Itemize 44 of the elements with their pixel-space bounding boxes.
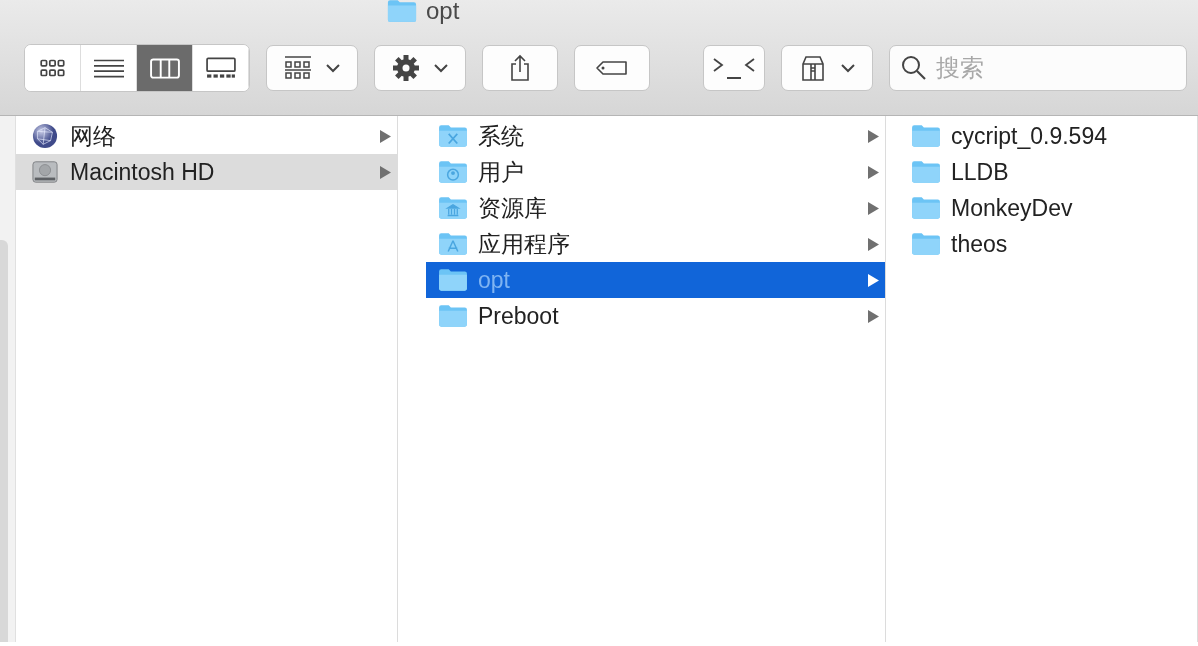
action-button[interactable] [374, 45, 466, 91]
columns-view-button[interactable] [137, 45, 193, 91]
scrollbar[interactable] [0, 240, 8, 642]
search-field[interactable]: 搜索 [889, 45, 1187, 91]
folder-item[interactable]: 资源库 [426, 190, 885, 226]
terminal-button[interactable] [703, 45, 765, 91]
folder-item[interactable]: theos [899, 226, 1197, 262]
group-button[interactable] [266, 45, 358, 91]
search-icon [901, 55, 927, 81]
grid-icon [284, 54, 312, 82]
window-title: opt [426, 0, 460, 25]
box-icon [799, 54, 827, 82]
folder-item[interactable]: cycript_0.9.594 [899, 118, 1197, 154]
folder-item[interactable]: MonkeyDev [899, 190, 1197, 226]
folder-x-icon [438, 123, 468, 149]
building-folder-icon [438, 195, 468, 221]
archive-button[interactable] [781, 45, 873, 91]
folder-icon [911, 231, 941, 257]
folder-icon [911, 123, 941, 149]
folder-item[interactable]: 系统 [426, 118, 885, 154]
folder-icon [438, 267, 468, 293]
gear-icon [392, 54, 420, 82]
folder-icon [386, 0, 418, 24]
chevron-down-icon [841, 63, 855, 73]
folder-item[interactable]: 应用程序 [426, 226, 885, 262]
share-button[interactable] [482, 45, 558, 91]
folder-item[interactable]: Preboot [426, 298, 885, 334]
globe-icon [30, 123, 60, 149]
hard-drive-icon [30, 159, 60, 185]
icons-view-button[interactable] [25, 45, 81, 91]
folder-item[interactable]: 用户 [426, 154, 885, 190]
columns-icon [149, 56, 180, 80]
user-folder-icon [438, 159, 468, 185]
chevron-down-icon [434, 63, 448, 73]
folder-icon [438, 303, 468, 329]
chevron-down-icon [326, 63, 340, 73]
gallery-icon [205, 56, 236, 80]
disk-item[interactable]: Macintosh HD [16, 154, 397, 190]
network-item[interactable]: 网络 [16, 118, 397, 154]
folder-icon [911, 195, 941, 221]
folder-item[interactable]: LLDB [899, 154, 1197, 190]
app-folder-icon [438, 231, 468, 257]
folder-icon [911, 159, 941, 185]
tag-button[interactable] [574, 45, 650, 91]
